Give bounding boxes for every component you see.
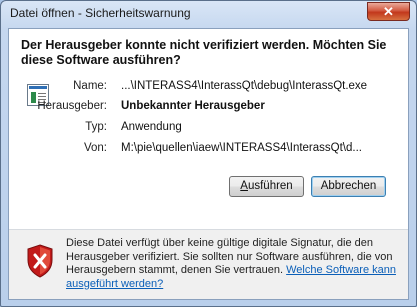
title-bar[interactable]: Datei öffnen - Sicherheitswarnung ✕ bbox=[1, 1, 416, 27]
close-button[interactable]: ✕ bbox=[367, 2, 410, 21]
run-label: usführen bbox=[247, 180, 293, 192]
from-label: Von: bbox=[83, 142, 107, 154]
name-value: ...\INTERASS4\InterassQt\debug\InterassQ… bbox=[121, 80, 368, 92]
close-icon: ✕ bbox=[383, 4, 394, 19]
footer-message: Diese Datei verfügt über keine gültige d… bbox=[66, 237, 402, 291]
publisher-label: Herausgeber: bbox=[37, 100, 107, 112]
publisher-value: Unbekannter Herausgeber bbox=[121, 100, 265, 112]
run-mnemonic: A bbox=[240, 180, 248, 192]
security-warning-shield-icon bbox=[27, 244, 53, 278]
cancel-button[interactable]: Abbrechen bbox=[311, 176, 386, 197]
footer-panel: Diese Datei verfügt über keine gültige d… bbox=[9, 230, 408, 299]
type-label: Typ: bbox=[85, 121, 107, 133]
dialog-content: Der Herausgeber konnte nicht verifiziert… bbox=[8, 28, 409, 300]
security-warning-dialog: Datei öffnen - Sicherheitswarnung ✕ Der … bbox=[0, 0, 417, 307]
window-title: Datei öffnen - Sicherheitswarnung bbox=[10, 6, 191, 20]
type-value: Anwendung bbox=[121, 121, 182, 133]
name-label: Name: bbox=[73, 80, 107, 92]
from-value: M:\pie\quellen\iaew\INTERASS4\InterassQt… bbox=[121, 142, 362, 154]
warning-heading: Der Herausgeber konnte nicht verifiziert… bbox=[21, 38, 387, 67]
run-button[interactable]: Ausführen bbox=[229, 176, 304, 197]
